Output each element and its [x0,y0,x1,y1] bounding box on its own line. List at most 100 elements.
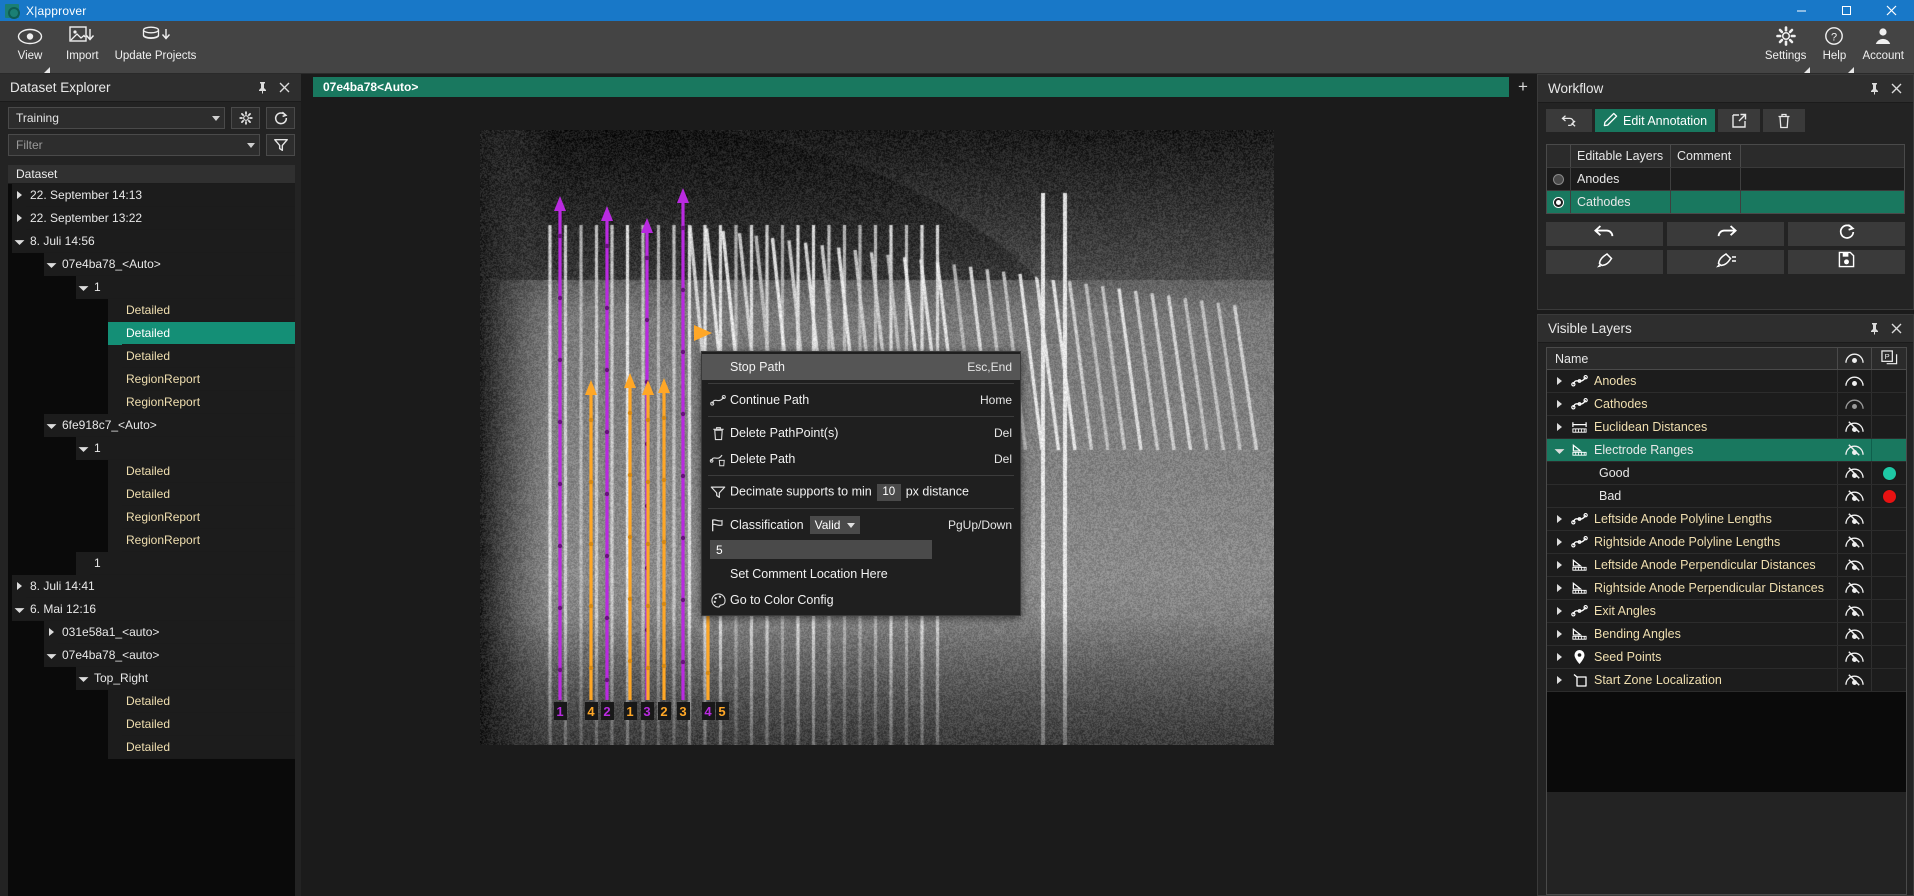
update-projects-button[interactable]: Update Projects [109,21,203,74]
dataset-tree[interactable]: 22. September 14:13 22. September 13:22 8.… [8,184,295,896]
visible-layer-row[interactable]: Exit Angles [1547,600,1906,623]
path-point[interactable] [645,318,649,322]
path-point[interactable] [558,234,562,238]
layer-visibility-toggle[interactable] [1838,508,1872,530]
chevron-right-icon[interactable] [1553,515,1565,523]
tree-item[interactable]: 031e58a1_<auto> [8,621,295,644]
visible-layer-row[interactable]: Cathodes [1547,393,1906,416]
dataset-refresh-button[interactable] [266,107,295,129]
color-swatch[interactable] [1882,489,1897,504]
path-point[interactable] [681,536,685,540]
color-swatch[interactable] [1882,466,1897,481]
filter-button[interactable] [266,134,295,156]
menu-item[interactable]: Continue Path Home [702,387,1020,413]
tree-item[interactable]: 07e4ba78_<Auto> [8,253,295,276]
chevron-right-icon[interactable] [1553,561,1565,569]
path-point[interactable] [681,288,685,292]
account-button[interactable]: Account [1856,21,1910,74]
chevron-right-icon[interactable] [12,575,26,598]
layer-radio-cell[interactable] [1547,191,1571,213]
chevron-right-icon[interactable] [1553,377,1565,385]
edit-annotation-button[interactable]: Edit Annotation [1595,109,1715,132]
menu-item[interactable]: Delete PathPoint(s) Del [702,420,1020,446]
comment-input[interactable]: 5 [710,540,932,559]
import-button[interactable]: Import [60,21,105,74]
path-point[interactable] [628,473,632,477]
chevron-right-icon[interactable] [12,207,26,230]
visible-layer-row[interactable]: Rightside Anode Polyline Lengths [1547,531,1906,554]
path-point[interactable] [558,482,562,486]
path-point[interactable] [558,668,562,672]
layer-visibility-toggle[interactable] [1838,623,1872,645]
delete-annotation-button[interactable] [1763,109,1805,132]
path-point[interactable] [646,604,650,608]
chevron-right-icon[interactable] [44,621,58,644]
pin-icon[interactable] [251,77,273,99]
tree-item[interactable]: 1 [8,437,295,460]
layer-color-cell[interactable] [1872,462,1906,484]
layer-visibility-toggle[interactable] [1838,462,1872,484]
tree-item[interactable]: RegionReport [8,506,295,529]
layer-comment-cell[interactable] [1671,168,1741,190]
tree-item[interactable]: 6. Mai 12:16 [8,598,295,621]
path-point[interactable] [605,368,609,372]
chevron-right-icon[interactable] [1553,423,1565,431]
tree-item[interactable]: RegionReport [8,529,295,552]
menu-item[interactable]: Classification Valid PgUp/Down [702,512,1020,538]
visible-layer-row[interactable]: Leftside Anode Polyline Lengths [1547,508,1906,531]
path-point[interactable] [628,659,632,663]
close-icon[interactable] [1869,0,1914,21]
chevron-down-icon[interactable] [12,230,26,253]
minimize-icon[interactable] [1779,0,1824,21]
layer-radio-cell[interactable] [1547,168,1571,190]
menu-item[interactable]: Delete Path Del [702,446,1020,472]
pin-icon[interactable] [1863,318,1885,340]
layer-visibility-toggle[interactable] [1838,577,1872,599]
clean-partial-button[interactable] [1667,250,1784,274]
path-point[interactable] [628,597,632,601]
path-point[interactable] [605,678,609,682]
undo-button[interactable] [1546,222,1663,246]
path-point[interactable] [558,544,562,548]
clean-button[interactable] [1546,250,1663,274]
chevron-down-icon[interactable] [76,667,90,690]
path-point[interactable] [628,411,632,415]
tree-item[interactable]: Top_Right [8,667,295,690]
path-point[interactable] [605,554,609,558]
path-point[interactable] [646,666,650,670]
path-point[interactable] [605,492,609,496]
visible-layer-row[interactable]: Rightside Anode Perpendicular Distances [1547,577,1906,600]
chevron-right-icon[interactable] [1553,630,1565,638]
path-point[interactable] [589,418,593,422]
chevron-right-icon[interactable] [1553,676,1565,684]
menu-item[interactable]: Go to Color Config [702,587,1020,613]
chevron-down-icon[interactable] [1553,447,1565,454]
tree-item[interactable]: Detailed [8,736,295,759]
chevron-right-icon[interactable] [1553,607,1565,615]
tree-item[interactable]: Detailed [8,345,295,368]
path-anchor-marker[interactable] [694,325,712,341]
revert-annotation-button[interactable] [1546,109,1592,132]
tree-item[interactable]: 6fe918c7_<Auto> [8,414,295,437]
layer-comment-cell[interactable] [1671,191,1741,213]
visible-layer-row[interactable]: Leftside Anode Perpendicular Distances [1547,554,1906,577]
visible-layer-row[interactable]: Electrode Ranges [1547,439,1906,462]
close-icon[interactable] [1885,78,1907,100]
layer-color-cell[interactable] [1872,485,1906,507]
classification-select[interactable]: Valid [810,516,861,534]
path-point[interactable] [662,478,666,482]
chevron-down-icon[interactable] [76,437,90,460]
path-point[interactable] [662,540,666,544]
tree-item[interactable]: Detailed [8,322,295,345]
add-tab-button[interactable]: + [1509,77,1537,97]
path-point[interactable] [605,430,609,434]
save-button[interactable] [1788,250,1905,274]
layer-visibility-toggle[interactable] [1838,485,1872,507]
tree-item[interactable]: Detailed [8,483,295,506]
visible-layer-row[interactable]: Anodes [1547,370,1906,393]
layer-visibility-toggle[interactable] [1838,393,1872,415]
radio-button[interactable] [1553,174,1564,185]
path-point[interactable] [681,226,685,230]
tree-item[interactable]: 8. Juli 14:41 [8,575,295,598]
chevron-right-icon[interactable] [1553,653,1565,661]
